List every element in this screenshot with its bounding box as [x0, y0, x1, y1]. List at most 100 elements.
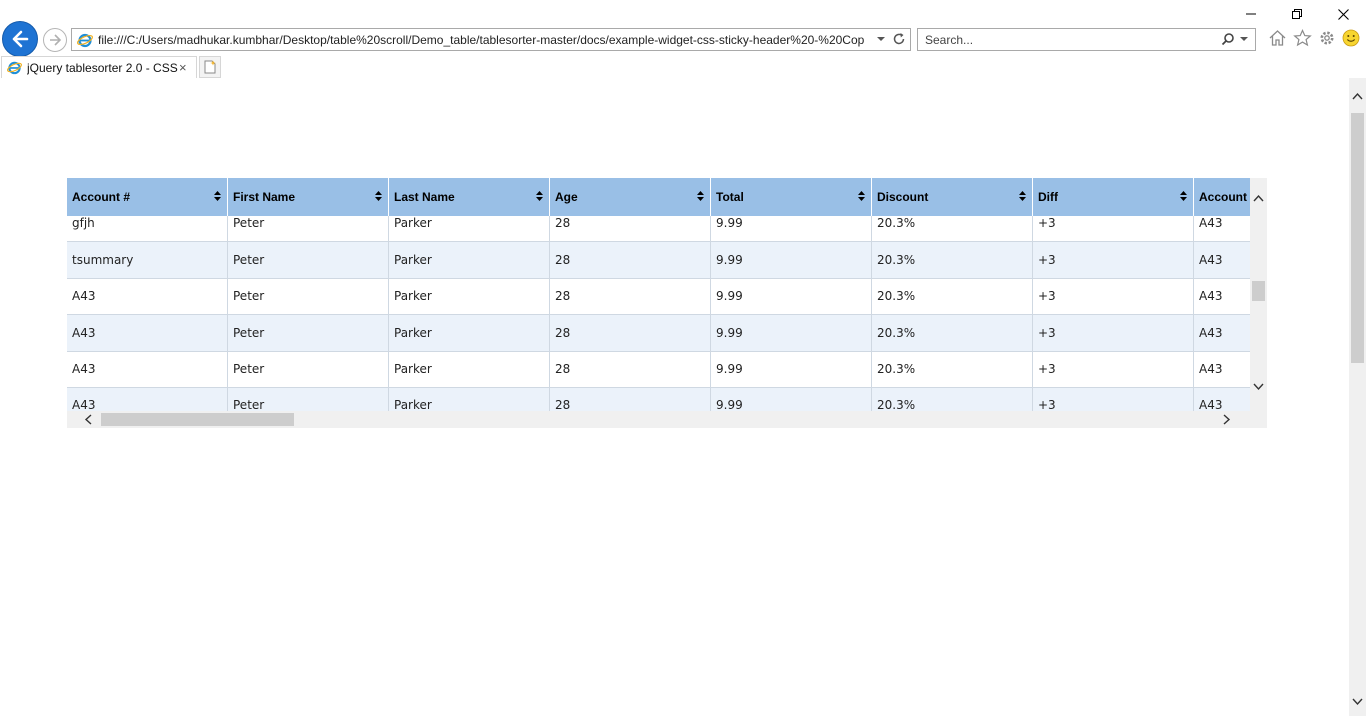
column-header-diff[interactable]: Diff: [1033, 178, 1194, 216]
table-cell: A43: [1194, 352, 1250, 388]
table-vertical-scroll-thumb[interactable]: [1252, 281, 1265, 301]
table-body: gfjh Peter Parker 28 9.99 20.3% +3 A43 t…: [67, 216, 1250, 411]
scroll-down-arrow-icon[interactable]: [1253, 383, 1264, 391]
table-cell: 9.99: [711, 278, 872, 314]
sort-icon: [375, 191, 382, 201]
sticky-header-table: Account # First Name Last Name Age Total: [67, 178, 1267, 428]
table-cell: +3: [1033, 278, 1194, 314]
scroll-up-arrow-icon[interactable]: [1253, 194, 1264, 202]
browser-chrome: file:///C:/Users/madhukar.kumbhar/Deskto…: [0, 0, 1366, 78]
column-header-age[interactable]: Age: [550, 178, 711, 216]
column-header-account[interactable]: Account #: [67, 178, 228, 216]
scroll-left-arrow-icon[interactable]: [84, 414, 92, 425]
sort-icon: [536, 191, 543, 201]
table-row: gfjh Peter Parker 28 9.99 20.3% +3 A43: [67, 216, 1250, 242]
table-row: A43 Peter Parker 28 9.99 20.3% +3 A43: [67, 278, 1250, 315]
sort-icon: [1019, 191, 1026, 201]
restore-icon: [1292, 9, 1302, 19]
table-cell: 20.3%: [872, 388, 1033, 411]
new-tab-icon: [204, 60, 216, 74]
close-icon: [1337, 8, 1349, 20]
smiley-feedback-icon[interactable]: [1342, 29, 1360, 47]
page-viewport: Account # First Name Last Name Age Total: [0, 78, 1349, 716]
table-cell: Parker: [389, 278, 550, 314]
new-tab-button[interactable]: [199, 56, 221, 78]
tab-title: jQuery tablesorter 2.0 - CSS ...: [27, 60, 179, 75]
column-header-first-name[interactable]: First Name: [228, 178, 389, 216]
table-cell: A43: [67, 388, 228, 411]
close-window-button[interactable]: [1320, 0, 1366, 28]
table-cell: 28: [550, 388, 711, 411]
table-cell: +3: [1033, 388, 1194, 411]
scroll-right-arrow-icon[interactable]: [1223, 414, 1231, 425]
arrow-left-icon: [12, 30, 29, 48]
table-cell: Parker: [389, 351, 550, 387]
restore-button[interactable]: [1274, 0, 1320, 28]
address-bar[interactable]: file:///C:/Users/madhukar.kumbhar/Deskto…: [71, 28, 911, 51]
table-cell: A43: [1194, 242, 1250, 278]
back-button[interactable]: [2, 21, 38, 57]
table-horizontal-scroll-thumb[interactable]: [101, 413, 294, 426]
table-cell: +3: [1033, 351, 1194, 387]
table-cell: 9.99: [711, 216, 872, 241]
table-cell: A43: [67, 351, 228, 387]
arrow-right-icon: [50, 34, 62, 46]
ie-tab-icon: [7, 61, 22, 75]
table-cell: Peter: [228, 351, 389, 387]
page-vertical-scrollbar[interactable]: [1349, 78, 1366, 716]
tab-close-icon[interactable]: ×: [179, 60, 187, 75]
sort-icon: [1180, 191, 1187, 201]
table-cell: Peter: [228, 216, 389, 241]
table-cell: A43: [1194, 216, 1250, 241]
search-input[interactable]: [925, 32, 1215, 47]
sort-icon: [214, 191, 221, 201]
column-header-total[interactable]: Total: [711, 178, 872, 216]
table-cell: 9.99: [711, 351, 872, 387]
column-header-last-name[interactable]: Last Name: [389, 178, 550, 216]
table-cell: 28: [550, 315, 711, 351]
minimize-icon: [1246, 13, 1256, 15]
table-cell: 20.3%: [872, 351, 1033, 387]
table-row: A43 Peter Parker 28 9.99 20.3% +3 A43: [67, 315, 1250, 352]
table-cell: Parker: [389, 315, 550, 351]
gear-icon[interactable]: [1318, 29, 1336, 47]
table-cell: 9.99: [711, 242, 872, 278]
table-cell: 20.3%: [872, 242, 1033, 278]
search-dropdown-icon[interactable]: [1239, 34, 1249, 44]
home-icon[interactable]: [1268, 29, 1287, 47]
table-cell: gfjh: [67, 216, 228, 241]
address-dropdown-icon[interactable]: [876, 34, 886, 44]
table-scroll-area[interactable]: Account # First Name Last Name Age Total: [67, 178, 1250, 411]
table-cell: A43: [1194, 315, 1250, 351]
refresh-icon[interactable]: [892, 32, 906, 46]
search-icon[interactable]: [1221, 32, 1235, 46]
table-cell: +3: [1033, 216, 1194, 241]
favorites-star-icon[interactable]: [1293, 29, 1312, 47]
column-header-discount[interactable]: Discount: [872, 178, 1033, 216]
column-header-account-2[interactable]: Account #: [1194, 178, 1250, 216]
table-vertical-scrollbar[interactable]: [1250, 178, 1267, 411]
table-cell: 9.99: [711, 315, 872, 351]
forward-button[interactable]: [43, 28, 67, 52]
table-cell: A43: [1194, 388, 1250, 411]
table-row: A43 Peter Parker 28 9.99 20.3% +3 A43: [67, 388, 1250, 411]
table-cell: 20.3%: [872, 216, 1033, 241]
table-row: tsummary Peter Parker 28 9.99 20.3% +3 A…: [67, 242, 1250, 279]
minimize-button[interactable]: [1228, 0, 1274, 28]
table-cell: 28: [550, 216, 711, 241]
table-row: A43 Peter Parker 28 9.99 20.3% +3 A43: [67, 351, 1250, 388]
page-scroll-thumb[interactable]: [1351, 113, 1364, 363]
table-cell: 28: [550, 351, 711, 387]
table-cell: 20.3%: [872, 315, 1033, 351]
table-horizontal-scrollbar[interactable]: [67, 411, 1267, 428]
table-cell: Parker: [389, 388, 550, 411]
table-cell: A43: [1194, 279, 1250, 315]
page-scroll-down-arrow-icon[interactable]: [1352, 698, 1363, 706]
address-text[interactable]: file:///C:/Users/madhukar.kumbhar/Deskto…: [98, 33, 874, 47]
table-cell: Parker: [389, 242, 550, 278]
tab-active[interactable]: jQuery tablesorter 2.0 - CSS ... ×: [1, 56, 197, 78]
search-box[interactable]: [917, 28, 1256, 51]
table-cell: Peter: [228, 242, 389, 278]
table-cell: 9.99: [711, 388, 872, 411]
page-scroll-up-arrow-icon[interactable]: [1352, 92, 1363, 100]
